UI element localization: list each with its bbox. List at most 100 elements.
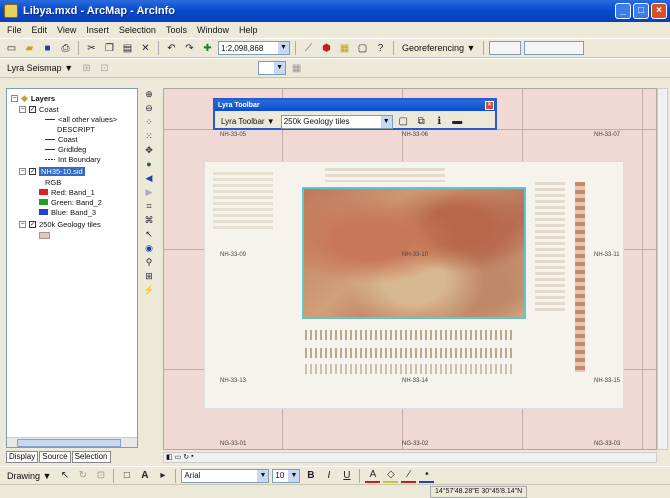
delete-icon[interactable]: ✕	[138, 41, 153, 56]
font-color-icon[interactable]: A	[365, 468, 381, 483]
tab-selection[interactable]: Selection	[71, 451, 111, 463]
chevron-down-icon[interactable]: ▼	[380, 115, 392, 128]
tab-source[interactable]: Source	[39, 451, 71, 463]
toc-layer-coast[interactable]: − ✓ Coast	[19, 104, 59, 114]
checkbox-checked-icon[interactable]: ✓	[29, 220, 36, 228]
drawing-menu[interactable]: Drawing ▼	[4, 471, 54, 481]
menu-edit[interactable]: Edit	[31, 25, 49, 35]
full-extent-icon[interactable]: ●	[143, 158, 155, 170]
collapse-icon[interactable]: −	[19, 105, 26, 113]
select-elements-icon[interactable]: ↖	[143, 228, 155, 240]
toc-layer-geology[interactable]: − ✓ 250k Geology tiles	[19, 219, 101, 229]
menu-selection[interactable]: Selection	[118, 25, 157, 35]
checkbox-checked-icon[interactable]: ✓	[29, 167, 36, 175]
copy-icon[interactable]: ❐	[102, 41, 117, 56]
new-document-icon[interactable]: ▭	[4, 41, 19, 56]
identify-tile-icon[interactable]: ⧉	[414, 114, 429, 129]
open-folder-icon[interactable]: ▰	[22, 41, 37, 56]
line-color-icon[interactable]: ∕	[401, 468, 417, 483]
pause-draw-icon[interactable]: ▪	[191, 453, 193, 461]
print-icon[interactable]: ⎙	[58, 41, 73, 56]
text-icon[interactable]: A	[137, 468, 152, 483]
fixed-zoom-out-icon[interactable]: ⁙	[143, 130, 155, 142]
font-combo[interactable]: Arial ▼	[181, 468, 270, 483]
font-size-combo[interactable]: 10 ▼	[272, 468, 301, 483]
zoom-in-icon[interactable]: ⊕	[143, 88, 155, 100]
layer-combo[interactable]	[489, 41, 522, 55]
seismap-grid-icon[interactable]: ▦	[289, 61, 304, 76]
editor-toolbar-icon[interactable]: ⟋	[301, 41, 316, 56]
save-icon[interactable]: ■	[40, 41, 55, 56]
chevron-down-icon[interactable]: ▼	[288, 469, 300, 482]
toc-horizontal-scrollbar[interactable]	[7, 437, 137, 447]
rectangle-icon[interactable]: □	[119, 468, 134, 483]
toc-layer-nh35[interactable]: − ✓ NH35-10.sid	[19, 166, 85, 176]
bold-button[interactable]: B	[303, 468, 318, 483]
select-elements-icon[interactable]: ↖	[57, 468, 72, 483]
italic-button[interactable]: I	[321, 468, 336, 483]
cut-icon[interactable]: ✂	[84, 41, 99, 56]
chevron-down-icon[interactable]: ▼	[274, 62, 286, 74]
dash-icon[interactable]: ▬	[450, 114, 465, 129]
close-button[interactable]: ×	[651, 3, 667, 19]
tab-display[interactable]: Display	[6, 451, 39, 463]
chevron-down-icon[interactable]: ▼	[278, 42, 289, 54]
layout-view-icon[interactable]: ▭	[175, 453, 182, 461]
lyra-seismap-menu[interactable]: Lyra Seismap ▼	[4, 63, 76, 73]
zoom-out-icon[interactable]: ⊖	[143, 102, 155, 114]
select-box-icon[interactable]: ▢	[396, 114, 411, 129]
rotate-icon[interactable]: ↻	[75, 468, 90, 483]
forward-extent-icon[interactable]: ▶	[143, 186, 155, 198]
seismap-tool2-icon[interactable]: ⊡	[97, 61, 112, 76]
collapse-icon[interactable]: −	[19, 167, 26, 175]
scrollbar-thumb[interactable]	[17, 439, 121, 447]
menu-tools[interactable]: Tools	[165, 25, 188, 35]
chevron-down-icon[interactable]: ▼	[257, 469, 269, 482]
whats-this-icon[interactable]: ?	[373, 41, 388, 56]
maximize-button[interactable]: □	[633, 3, 649, 19]
data-view-icon[interactable]: ◧	[166, 453, 173, 461]
find-icon[interactable]: ⚲	[143, 256, 155, 268]
underline-button[interactable]: U	[339, 468, 354, 483]
menu-help[interactable]: Help	[238, 25, 259, 35]
collapse-icon[interactable]: −	[11, 94, 18, 102]
toc-root[interactable]: − ◆ Layers	[11, 93, 55, 103]
menu-insert[interactable]: Insert	[85, 25, 110, 35]
close-icon[interactable]: ×	[485, 101, 494, 110]
minimize-button[interactable]: _	[615, 3, 631, 19]
menu-file[interactable]: File	[6, 25, 23, 35]
menu-window[interactable]: Window	[196, 25, 230, 35]
arctoolbox-icon[interactable]: ⬢	[319, 41, 334, 56]
map-vertical-scrollbar[interactable]	[657, 88, 668, 450]
scale-combo[interactable]: 1:2,098,868 ▼	[218, 41, 290, 55]
identify-icon[interactable]: ◉	[143, 242, 155, 254]
map-view[interactable]: NH-33-05 NH-33-06 NH-33-07 NH-33-09 NH-3…	[163, 88, 657, 450]
lyra-toolbar-menu[interactable]: Lyra Toolbar ▼	[218, 117, 278, 126]
seismap-combo[interactable]: ▼	[258, 61, 287, 75]
lyra-layer-combo[interactable]: 250k Geology tiles ▼	[280, 114, 393, 129]
collapse-icon[interactable]: −	[19, 220, 26, 228]
fill-color-icon[interactable]: ◇	[383, 468, 399, 483]
paste-icon[interactable]: ▤	[120, 41, 135, 56]
pan-icon[interactable]: ✥	[143, 144, 155, 156]
fixed-zoom-in-icon[interactable]: ⁘	[143, 116, 155, 128]
select-features-icon[interactable]: ⌗	[143, 200, 155, 212]
marker-color-icon[interactable]: •	[419, 468, 435, 483]
map-horizontal-scrollbar[interactable]: ◧ ▭ ↻ ▪	[163, 452, 657, 463]
georef-value-field[interactable]	[524, 41, 585, 55]
edit-vertices-icon[interactable]: ▸	[155, 468, 170, 483]
info-icon[interactable]: ℹ	[432, 114, 447, 129]
hyperlink-icon[interactable]: ⚡	[143, 284, 155, 296]
lyra-toolbar-window[interactable]: Lyra Toolbar × Lyra Toolbar ▼ 250k Geolo…	[213, 98, 497, 130]
seismap-tool-icon[interactable]: ⊞	[79, 61, 94, 76]
arccatalog-icon[interactable]: ▦	[337, 41, 352, 56]
zoom-whole-page-icon[interactable]: ⊡	[93, 468, 108, 483]
redo-icon[interactable]: ↷	[182, 41, 197, 56]
georeferencing-menu[interactable]: Georeferencing ▼	[399, 43, 478, 53]
back-extent-icon[interactable]: ◀	[143, 172, 155, 184]
checkbox-checked-icon[interactable]: ✓	[29, 105, 36, 113]
command-line-icon[interactable]: ▢	[355, 41, 370, 56]
undo-icon[interactable]: ↶	[164, 41, 179, 56]
clear-selection-icon[interactable]: ⌘	[143, 214, 155, 226]
menu-view[interactable]: View	[56, 25, 77, 35]
